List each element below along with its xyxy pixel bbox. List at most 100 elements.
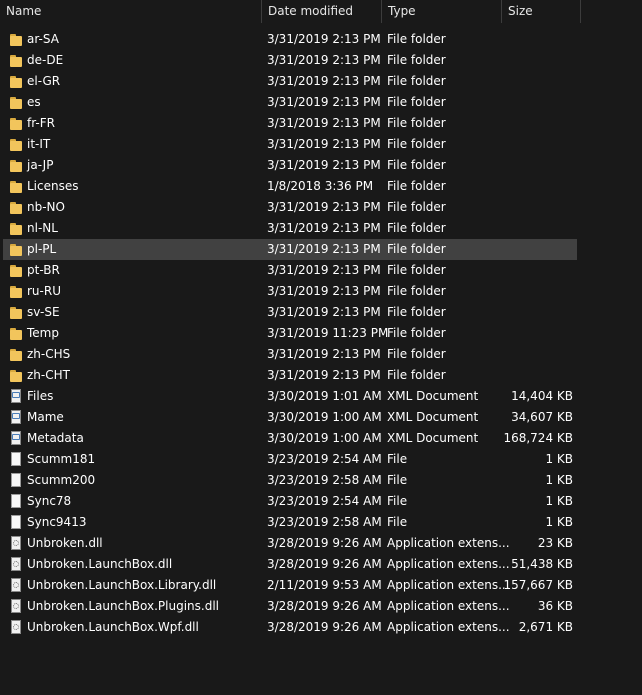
file-size <box>501 50 573 71</box>
dll-icon <box>9 535 23 551</box>
xml-document-icon <box>9 409 23 425</box>
file-name: nb-NO <box>27 200 65 214</box>
file-name: Unbroken.LaunchBox.dll <box>27 557 173 571</box>
date-modified: 3/30/2019 1:01 AM <box>267 389 382 403</box>
file-row[interactable]: ar-SA 3/31/2019 2:13 PM File folder <box>0 29 642 50</box>
file-row[interactable]: ja-JP 3/31/2019 2:13 PM File folder <box>0 155 642 176</box>
file-size <box>501 344 573 365</box>
file-row[interactable]: Unbroken.LaunchBox.Plugins.dll 3/28/2019 … <box>0 596 642 617</box>
file-row[interactable]: Scumm181 3/23/2019 2:54 AM File 1 KB <box>0 449 642 470</box>
date-modified: 3/31/2019 11:23 PM <box>267 326 389 340</box>
file-row[interactable]: Licenses 1/8/2018 3:36 PM File folder <box>0 176 642 197</box>
file-type: File folder <box>387 32 446 46</box>
date-modified: 3/31/2019 2:13 PM <box>267 284 381 298</box>
file-row[interactable]: pt-BR 3/31/2019 2:13 PM File folder <box>0 260 642 281</box>
column-header-name[interactable]: Name ˄ <box>0 0 261 23</box>
file-row[interactable]: de-DE 3/31/2019 2:13 PM File folder <box>0 50 642 71</box>
date-modified: 3/23/2019 2:54 AM <box>267 452 382 466</box>
file-type: XML Document <box>387 431 479 445</box>
file-name: pl-PL <box>27 242 57 256</box>
file-row[interactable]: Sync78 3/23/2019 2:54 AM File 1 KB <box>0 491 642 512</box>
file-size: 157,667 KB <box>503 578 573 592</box>
file-size <box>501 323 573 344</box>
dll-icon <box>9 619 23 635</box>
file-row[interactable]: it-IT 3/31/2019 2:13 PM File folder <box>0 134 642 155</box>
file-name: Licenses <box>27 179 79 193</box>
file-row[interactable]: es 3/31/2019 2:13 PM File folder <box>0 92 642 113</box>
file-size <box>501 155 573 176</box>
file-name: pt-BR <box>27 263 60 277</box>
file-type: Application extens... <box>387 578 510 592</box>
file-row[interactable]: Temp 3/31/2019 11:23 PM File folder <box>0 323 642 344</box>
file-name: Sync78 <box>27 494 72 508</box>
file-row[interactable]: Sync9413 3/23/2019 2:58 AM File 1 KB <box>0 512 642 533</box>
file-type: File folder <box>387 137 446 151</box>
file-size <box>501 239 573 260</box>
file-size: 1 KB <box>545 515 573 529</box>
file-size: 34,607 KB <box>511 410 573 424</box>
file-row[interactable]: Files 3/30/2019 1:01 AM XML Document 14,404… <box>0 386 642 407</box>
file-row[interactable]: sv-SE 3/31/2019 2:13 PM File folder <box>0 302 642 323</box>
file-name: Files <box>27 389 54 403</box>
file-name: ru-RU <box>27 284 61 298</box>
folder-icon <box>9 115 23 131</box>
folder-icon <box>9 52 23 68</box>
file-name: Unbroken.LaunchBox.Wpf.dll <box>27 620 199 634</box>
file-row[interactable]: zh-CHS 3/31/2019 2:13 PM File folder <box>0 344 642 365</box>
file-type: File folder <box>387 179 446 193</box>
file-size: 51,438 KB <box>511 557 573 571</box>
file-size <box>501 302 573 323</box>
file-type: File folder <box>387 74 446 88</box>
file-size <box>501 218 573 239</box>
file-icon <box>9 472 23 488</box>
file-size <box>501 197 573 218</box>
column-header-date-modified[interactable]: Date modified <box>261 0 381 23</box>
date-modified: 3/23/2019 2:54 AM <box>267 494 382 508</box>
sort-ascending-icon: ˄ <box>124 0 129 7</box>
date-modified: 1/8/2018 3:36 PM <box>267 179 374 193</box>
file-row[interactable]: nb-NO 3/31/2019 2:13 PM File folder <box>0 197 642 218</box>
file-size: 14,404 KB <box>511 389 573 403</box>
file-row[interactable]: Scumm200 3/23/2019 2:58 AM File 1 KB <box>0 470 642 491</box>
file-row[interactable]: Metadata 3/30/2019 1:00 AM XML Document 168… <box>0 428 642 449</box>
file-row[interactable]: Unbroken.LaunchBox.Library.dll 2/11/2019 … <box>0 575 642 596</box>
folder-icon <box>9 157 23 173</box>
file-row[interactable]: zh-CHT 3/31/2019 2:13 PM File folder <box>0 365 642 386</box>
file-row[interactable]: nl-NL 3/31/2019 2:13 PM File folder <box>0 218 642 239</box>
file-type: File folder <box>387 242 446 256</box>
date-modified: 3/31/2019 2:13 PM <box>267 116 381 130</box>
file-name: Unbroken.LaunchBox.Library.dll <box>27 578 217 592</box>
date-modified: 3/31/2019 2:13 PM <box>267 200 381 214</box>
file-type: Application extens... <box>387 599 510 613</box>
date-modified: 3/31/2019 2:13 PM <box>267 32 381 46</box>
file-row[interactable]: el-GR 3/31/2019 2:13 PM File folder <box>0 71 642 92</box>
column-header-name-label: Name <box>6 4 42 18</box>
file-icon <box>9 514 23 530</box>
date-modified: 3/31/2019 2:13 PM <box>267 158 381 172</box>
file-type: File folder <box>387 263 446 277</box>
file-type: XML Document <box>387 410 479 424</box>
file-name: Scumm181 <box>27 452 96 466</box>
file-row[interactable]: fr-FR 3/31/2019 2:13 PM File folder <box>0 113 642 134</box>
file-size: 2,671 KB <box>518 620 573 634</box>
file-name: de-DE <box>27 53 64 67</box>
folder-icon <box>9 136 23 152</box>
file-name: sv-SE <box>27 305 60 319</box>
file-name: fr-FR <box>27 116 55 130</box>
file-row[interactable]: Unbroken.LaunchBox.Wpf.dll 3/28/2019 9:26… <box>0 617 642 638</box>
date-modified: 3/31/2019 2:13 PM <box>267 368 381 382</box>
column-header-size[interactable]: Size <box>501 0 581 23</box>
file-row[interactable]: Unbroken.LaunchBox.dll 3/28/2019 9:26 AM A… <box>0 554 642 575</box>
file-row[interactable]: ru-RU 3/31/2019 2:13 PM File folder <box>0 281 642 302</box>
column-header-type-label: Type <box>388 4 416 18</box>
file-type: XML Document <box>387 389 479 403</box>
file-name: es <box>27 95 41 109</box>
file-row[interactable]: pl-PL 3/31/2019 2:13 PM File folder <box>0 239 642 260</box>
file-row[interactable]: Mame 3/30/2019 1:00 AM XML Document 34,607 … <box>0 407 642 428</box>
column-header-bar: Name ˄ Date modified Type Size <box>0 0 642 23</box>
column-header-type[interactable]: Type <box>381 0 501 23</box>
file-type: File folder <box>387 158 446 172</box>
file-size <box>501 365 573 386</box>
column-header-date-label: Date modified <box>268 4 354 18</box>
file-row[interactable]: Unbroken.dll 3/28/2019 9:26 AM Application… <box>0 533 642 554</box>
